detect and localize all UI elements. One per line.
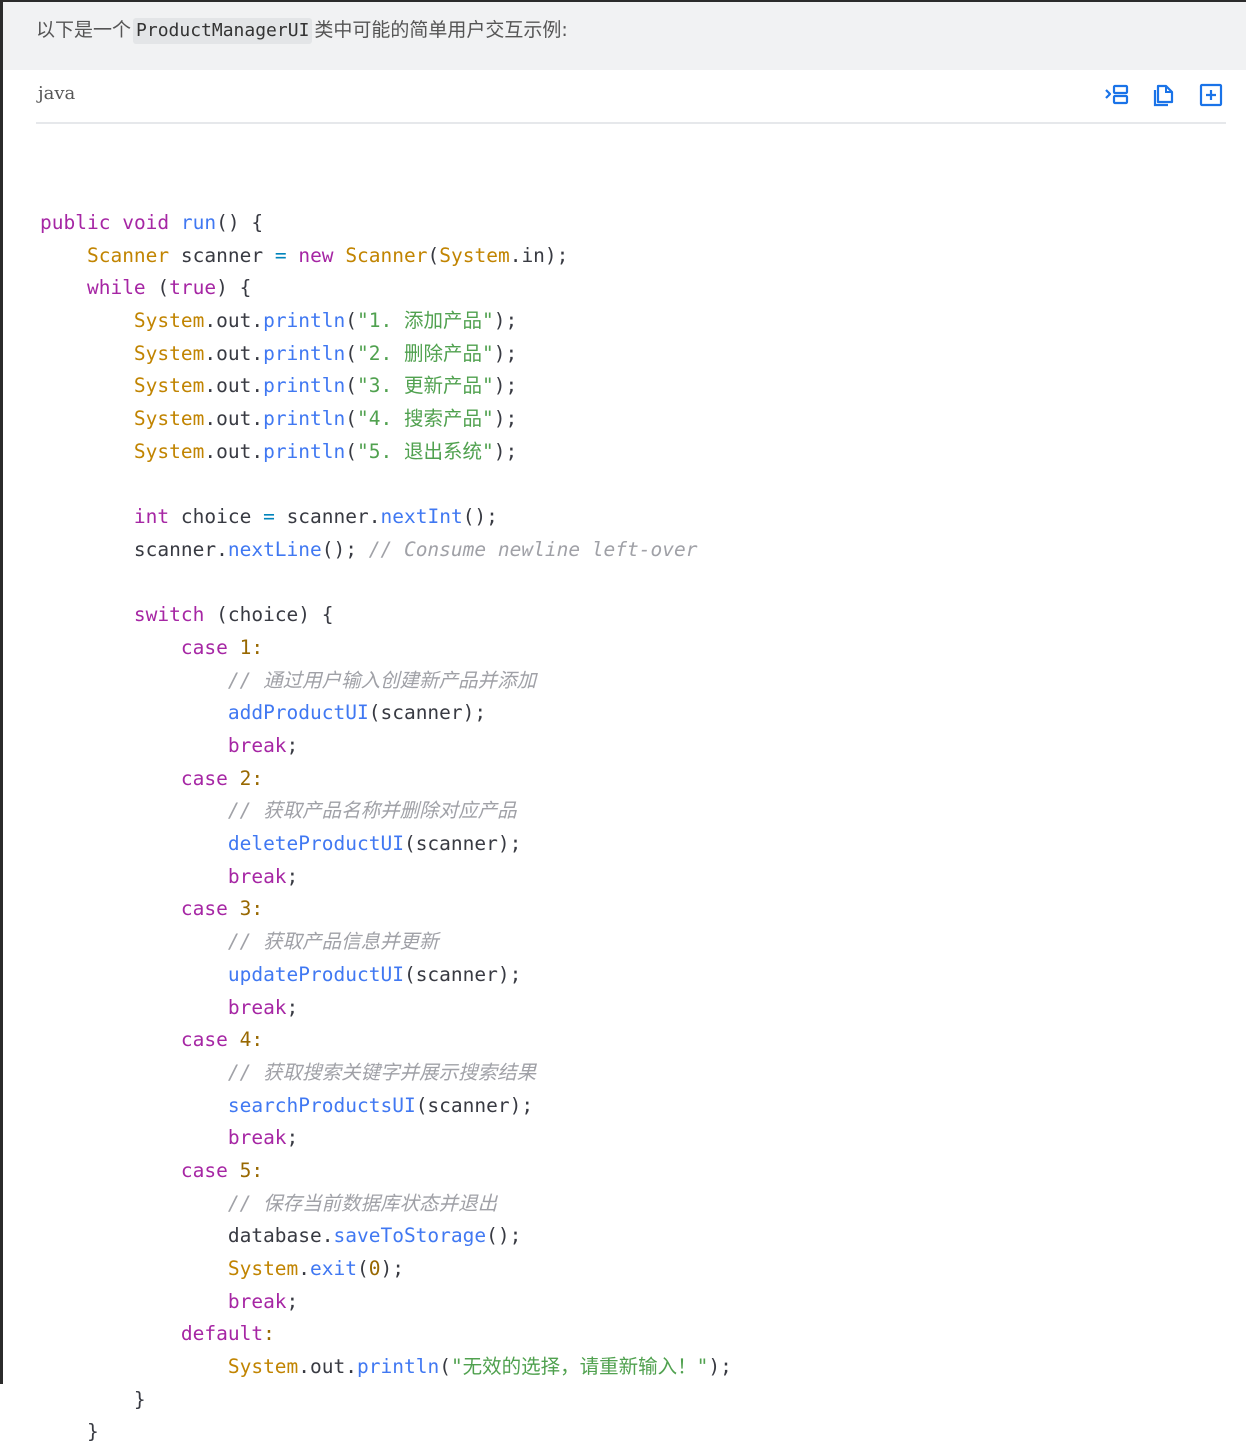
code-line: case 2: xyxy=(180,766,264,790)
intro-text-before: 以下是一个 xyxy=(36,19,132,41)
code-line: // 获取产品信息并更新 xyxy=(227,930,439,954)
code-line: switch (choice) { xyxy=(133,603,334,627)
code-line: while (true) { xyxy=(86,276,252,300)
code-line: System.out.println("5. 退出系统"); xyxy=(133,439,518,463)
code-line: database.saveToStorage(); xyxy=(40,1224,522,1248)
code-line: updateProductUI(scanner); xyxy=(227,962,522,986)
code-line: System.out.println("3. 更新产品"); xyxy=(133,374,518,398)
code-block: java public void run() { Scanner scanner… xyxy=(3,70,1246,1443)
code-line: System.out.println("无效的选择，请重新输入！"); xyxy=(227,1355,732,1379)
code-line: // 通过用户输入创建新产品并添加 xyxy=(227,668,537,692)
code-line: break; xyxy=(227,734,299,757)
copy-button[interactable] xyxy=(1152,82,1178,108)
code-language-label: java xyxy=(38,83,76,104)
intro-text-after: 类中可能的简单用户交互示例: xyxy=(314,19,568,41)
code-line: Scanner scanner = new Scanner(System.in)… xyxy=(86,243,569,267)
code-line: break; xyxy=(227,995,299,1019)
intro-paragraph: 以下是一个 ProductManagerUI 类中可能的简单用户交互示例: xyxy=(3,2,1246,70)
code-line: System.out.println("1. 添加产品"); xyxy=(133,309,518,333)
code-line: ​ xyxy=(40,469,732,502)
code-line: case 3: xyxy=(180,897,264,921)
code-line: // 保存当前数据库状态并退出 xyxy=(227,1191,498,1215)
code-line: scanner.nextLine(); // Consume newline l… xyxy=(40,537,698,561)
code-line: System.out.println("4. 搜索产品"); xyxy=(133,407,518,431)
code-line: public void run() { xyxy=(40,211,264,234)
inline-code-class-name: ProductManagerUI xyxy=(133,18,313,44)
code-line: int choice = scanner.nextInt(); xyxy=(133,505,498,529)
code-block-header: java xyxy=(36,70,1226,124)
code-line: case 5: xyxy=(180,1158,264,1182)
code-line: // 获取搜索关键字并展示搜索结果 xyxy=(227,1060,537,1084)
code-line: System.exit(0); xyxy=(227,1257,404,1280)
code-line: case 4: xyxy=(180,1028,264,1052)
intro-text: 以下是一个 ProductManagerUI 类中可能的简单用户交互示例: xyxy=(36,16,568,44)
code-content: public void run() { Scanner scanner = ne… xyxy=(40,207,732,1449)
code-line: } xyxy=(40,1387,146,1411)
code-line: deleteProductUI(scanner); xyxy=(227,832,522,856)
code-line: break; xyxy=(227,1126,299,1150)
code-line: addProductUI(scanner); xyxy=(227,701,487,725)
wrap-lines-button[interactable] xyxy=(1104,82,1130,108)
code-line: case 1: xyxy=(180,635,264,659)
code-line: ​ xyxy=(40,567,732,600)
wrap-lines-icon xyxy=(1105,84,1129,105)
code-line: // 获取产品名称并删除对应产品 xyxy=(227,799,517,823)
code-line: default: xyxy=(180,1322,275,1346)
code-line: searchProductsUI(scanner); xyxy=(227,1093,534,1117)
code-line: System.out.println("2. 删除产品"); xyxy=(133,341,518,365)
code-line: break; xyxy=(227,864,299,888)
expand-button[interactable] xyxy=(1198,82,1224,108)
expand-icon xyxy=(1199,83,1223,107)
code-line: } xyxy=(40,1420,99,1444)
copy-icon xyxy=(1153,84,1174,107)
code-line: break; xyxy=(227,1289,299,1313)
